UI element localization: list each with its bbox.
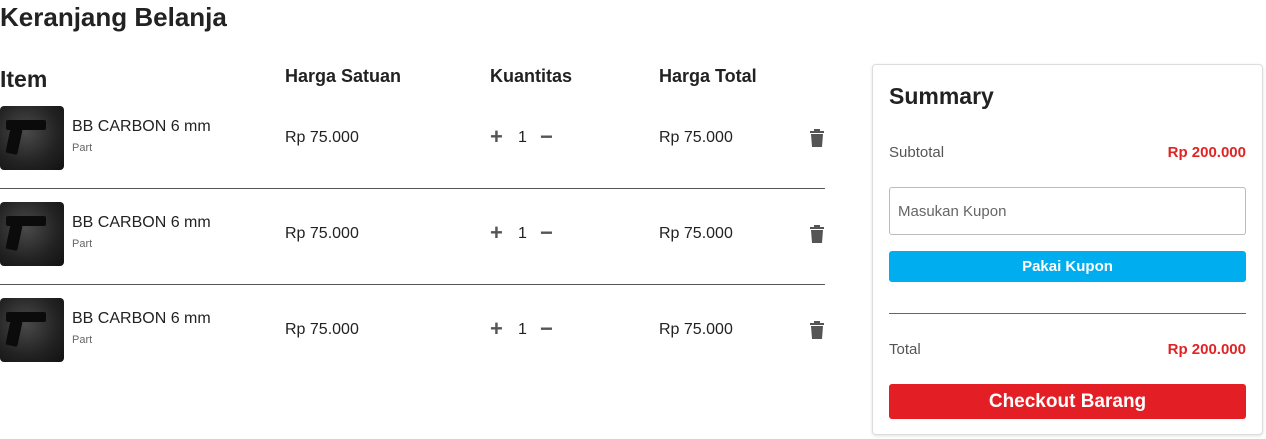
trash-icon[interactable] [809, 129, 825, 147]
product-name: BB CARBON 6 mm [72, 310, 211, 327]
product-name: BB CARBON 6 mm [72, 118, 211, 135]
quantity-value: 1 [518, 225, 527, 242]
total-label: Total [889, 341, 921, 358]
summary-panel: Summary Subtotal Rp 200.000 Pakai Kupon … [872, 64, 1263, 435]
quantity-value: 1 [518, 321, 527, 338]
product-category: Part [72, 142, 93, 154]
unit-price: Rp 75.000 [285, 321, 359, 338]
quantity-value: 1 [518, 129, 527, 146]
minus-icon[interactable]: − [540, 222, 553, 244]
unit-price: Rp 75.000 [285, 129, 359, 146]
summary-divider [889, 313, 1246, 314]
product-category: Part [72, 238, 93, 250]
total-price: Rp 75.000 [659, 225, 733, 242]
cart-item-row: BB CARBON 6 mm Part Rp 75.000 + 1 − Rp 7… [0, 189, 825, 285]
total-price: Rp 75.000 [659, 321, 733, 338]
product-name: BB CARBON 6 mm [72, 214, 211, 231]
summary-title: Summary [889, 83, 994, 109]
column-header-item: Item [0, 66, 48, 92]
total-value: Rp 200.000 [1167, 341, 1246, 358]
trash-icon[interactable] [809, 321, 825, 339]
minus-icon[interactable]: − [540, 318, 553, 340]
total-price: Rp 75.000 [659, 129, 733, 146]
column-header-quantity: Kuantitas [490, 66, 573, 86]
minus-icon[interactable]: − [540, 126, 553, 148]
page-title: Keranjang Belanja [0, 2, 227, 32]
subtotal-label: Subtotal [889, 144, 945, 161]
apply-coupon-button[interactable]: Pakai Kupon [889, 251, 1246, 282]
plus-icon[interactable]: + [490, 126, 503, 148]
subtotal-value: Rp 200.000 [1167, 144, 1246, 161]
product-thumbnail [0, 202, 64, 266]
plus-icon[interactable]: + [490, 222, 503, 244]
cart-item-row: BB CARBON 6 mm Part Rp 75.000 + 1 − Rp 7… [0, 285, 825, 381]
product-thumbnail [0, 106, 64, 170]
product-category: Part [72, 334, 93, 346]
column-header-unit-price: Harga Satuan [285, 66, 402, 86]
unit-price: Rp 75.000 [285, 225, 359, 242]
column-header-total-price: Harga Total [659, 66, 757, 86]
cart-item-row: BB CARBON 6 mm Part Rp 75.000 + 1 − Rp 7… [0, 93, 825, 189]
plus-icon[interactable]: + [490, 318, 503, 340]
product-thumbnail [0, 298, 64, 362]
trash-icon[interactable] [809, 225, 825, 243]
coupon-input[interactable] [889, 187, 1246, 235]
checkout-button[interactable]: Checkout Barang [889, 384, 1246, 419]
